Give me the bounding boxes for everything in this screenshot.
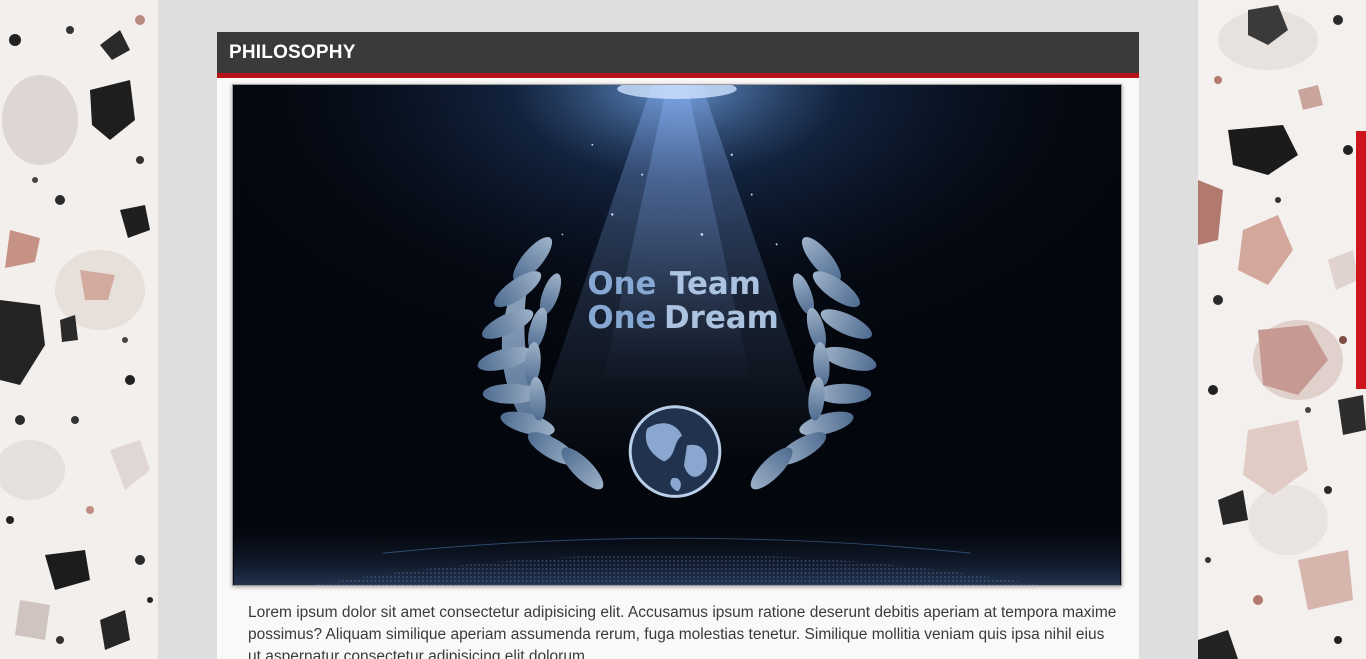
hero-line2-a: One [587, 300, 656, 336]
terrazzo-pattern-right [1198, 0, 1366, 659]
terrazzo-pattern-left [0, 0, 158, 659]
main-content-area: PHILOSOPHY One Team One Dream Lorem ipsu… [158, 0, 1198, 659]
section-body-text: Lorem ipsum dolor sit amet consectetur a… [248, 604, 1117, 659]
right-decorative-panel [1198, 0, 1366, 659]
hero-image: One Team One Dream [232, 84, 1122, 586]
hero-line1-a: One [587, 266, 656, 302]
philosophy-section: PHILOSOPHY One Team One Dream Lorem ipsu… [217, 32, 1139, 659]
hero-line1-b: Team [670, 266, 761, 302]
scroll-indicator[interactable] [1356, 131, 1366, 389]
laurel-wreath-globe-icon: One Team One Dream [233, 85, 1121, 585]
section-title: PHILOSOPHY [229, 41, 356, 63]
hero-line2-b: Dream [664, 300, 779, 336]
left-decorative-panel [0, 0, 158, 659]
section-header: PHILOSOPHY [217, 32, 1139, 78]
